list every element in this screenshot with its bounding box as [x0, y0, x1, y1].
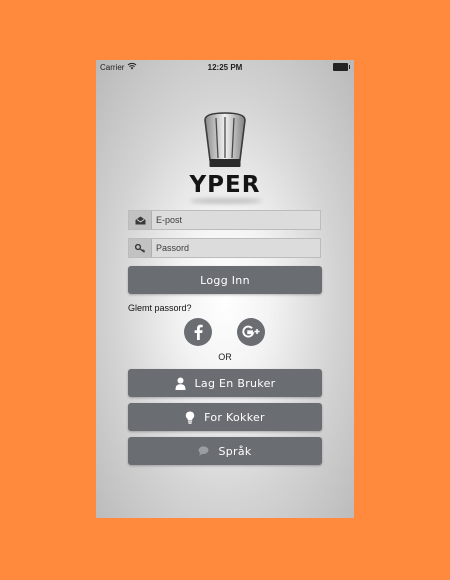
email-input[interactable]	[156, 212, 316, 228]
password-field[interactable]	[128, 238, 321, 258]
facebook-button[interactable]	[184, 318, 212, 346]
language-button[interactable]: Språk	[128, 437, 322, 465]
chef-hat-icon	[201, 112, 249, 175]
forgot-password-link[interactable]: Glemt passord?	[128, 303, 192, 313]
for-chefs-label: For Kokker	[204, 410, 265, 424]
or-divider: OR	[218, 352, 232, 362]
login-button-label: Logg Inn	[200, 273, 250, 287]
create-user-button[interactable]: Lag En Bruker	[128, 369, 322, 397]
create-user-label: Lag En Bruker	[194, 376, 276, 390]
password-input[interactable]	[156, 240, 316, 256]
facebook-icon	[192, 324, 204, 340]
status-bar: Carrier 12:25 PM	[96, 60, 354, 74]
language-label: Språk	[218, 444, 252, 458]
google-plus-icon	[242, 325, 260, 339]
email-field[interactable]	[128, 210, 321, 230]
envelope-icon	[129, 211, 152, 229]
key-icon	[129, 239, 152, 257]
battery-icon	[333, 63, 350, 71]
phone-screen: Carrier 12:25 PM YPER E-post Logg Inn Gl…	[96, 60, 354, 518]
brand-name: YPER	[189, 172, 261, 198]
user-icon	[175, 377, 186, 390]
status-time: 12:25 PM	[207, 63, 243, 72]
google-plus-button[interactable]	[237, 318, 265, 346]
login-button[interactable]: Logg Inn	[128, 266, 322, 294]
lightbulb-icon	[185, 411, 195, 424]
for-chefs-button[interactable]: For Kokker	[128, 403, 322, 431]
speech-bubble-icon	[198, 446, 209, 456]
brand-shadow	[190, 198, 262, 204]
